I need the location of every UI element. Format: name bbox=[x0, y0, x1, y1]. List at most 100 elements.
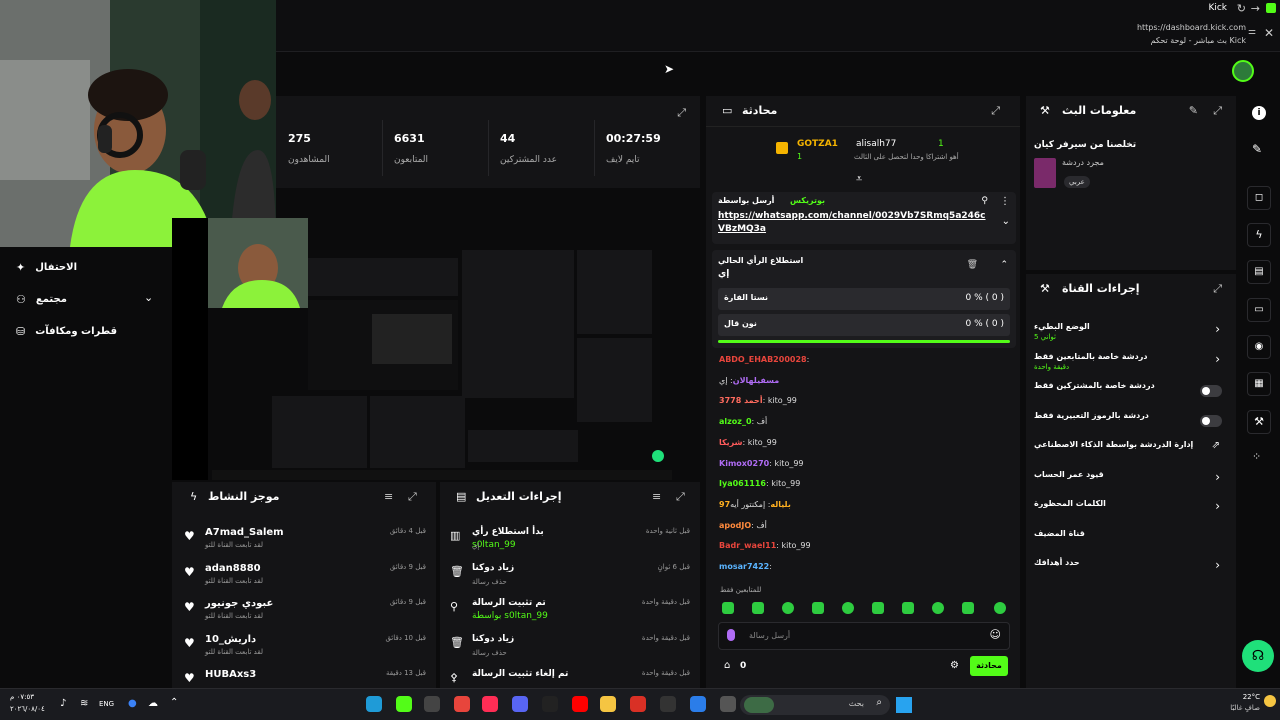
mic-icon[interactable] bbox=[727, 629, 735, 641]
channel-action-row[interactable]: الكلمات المحظورة › bbox=[1026, 495, 1236, 523]
chat-message[interactable]: مسفيلهالان: إي bbox=[719, 376, 1009, 392]
chat-message[interactable]: 97بلياله: إمكنتور أيه bbox=[719, 500, 1009, 516]
channel-action-row[interactable]: الوضع البطيء 5 ثواني › bbox=[1026, 318, 1236, 346]
chat-username[interactable]: مسفيلهالان bbox=[733, 376, 779, 385]
obs-icon[interactable] bbox=[424, 696, 440, 712]
broadcast-icon[interactable]: ◉ bbox=[1247, 335, 1271, 359]
filter-icon[interactable]: ≡ bbox=[384, 490, 393, 503]
windows-start-icon[interactable] bbox=[896, 697, 912, 713]
more-dots-icon[interactable]: ⁘ bbox=[1252, 450, 1261, 463]
wrench-icon[interactable]: ⚒ bbox=[1247, 410, 1271, 434]
chevron-down-icon[interactable]: ⌄ bbox=[1002, 216, 1010, 227]
chat-message[interactable]: Badr_wael11: kito_99 bbox=[719, 541, 1009, 557]
chat-message[interactable]: ABDO_EHAB200028: bbox=[719, 355, 1009, 371]
tiktok-icon[interactable] bbox=[482, 696, 498, 712]
language-indicator[interactable]: ENG bbox=[99, 700, 114, 708]
chrome-icon[interactable] bbox=[454, 696, 470, 712]
microphone-icon[interactable]: ● bbox=[128, 698, 137, 709]
chat-message[interactable]: شريكا: kito_99 bbox=[719, 438, 1009, 454]
pencil-icon[interactable]: ✎ bbox=[1252, 142, 1262, 156]
support-headset-icon[interactable]: ☊ bbox=[1242, 640, 1274, 672]
channel-action-row[interactable]: دردشة خاصة بالمتابعين فقط دقيقة واحدة › bbox=[1026, 348, 1236, 376]
info-icon[interactable]: i bbox=[1252, 106, 1266, 120]
chevron-right-icon[interactable]: › bbox=[1215, 470, 1220, 484]
chat-username[interactable]: Badr_wael11 bbox=[719, 541, 776, 550]
youtube-icon[interactable] bbox=[572, 696, 588, 712]
poll-option[interactable]: نستا الفارة 0 % ( 0 ) bbox=[718, 288, 1010, 310]
epic-games-icon[interactable] bbox=[660, 696, 676, 712]
refresh-icon[interactable]: ↻ bbox=[1237, 2, 1246, 15]
storage-icon[interactable]: ▦ bbox=[1247, 372, 1271, 396]
sidebar-item-celebrate[interactable]: ✦ الاحتفال bbox=[16, 261, 77, 274]
chat-username[interactable]: شريكا bbox=[719, 438, 743, 447]
collapse-icon[interactable]: ⩡ bbox=[856, 172, 862, 186]
terminal-icon[interactable] bbox=[720, 696, 736, 712]
sidebar-item-drops[interactable]: ⛁ قطرات ومكافآت bbox=[16, 325, 117, 338]
activity-row[interactable]: ♥ HUBAxs3 قبل 13 دقيقة bbox=[172, 666, 436, 700]
activity-row[interactable]: ♥ A7mad_Salem لقد تابعت القناة للتو قبل 4 د… bbox=[172, 524, 436, 558]
chat-message[interactable]: Kimox0270: kito_99 bbox=[719, 459, 1009, 475]
avatar[interactable] bbox=[1232, 60, 1254, 82]
channel-action-row[interactable]: حدد أهدافك › bbox=[1026, 554, 1236, 582]
pin-icon[interactable]: ⚲ bbox=[981, 196, 988, 206]
trash-icon[interactable]: 🗑 bbox=[967, 260, 978, 270]
expand-icon[interactable]: ⤢ bbox=[677, 106, 686, 120]
chevron-right-icon[interactable]: › bbox=[1215, 322, 1220, 336]
mod-action-row[interactable]: 🗑 زياد دوكنا حذف رسالة قبل 6 ثوانٍ bbox=[440, 560, 700, 594]
chevron-down-icon[interactable]: ⌄ bbox=[144, 291, 153, 304]
pinned-link[interactable]: https://whatsapp.com/channel/0029Vb7SRmq… bbox=[718, 210, 988, 236]
expand-icon[interactable]: ⤢ bbox=[676, 490, 685, 504]
chat-username[interactable]: alzoz_0 bbox=[719, 417, 752, 426]
chat-username[interactable]: apodJO bbox=[719, 521, 751, 530]
chat-username[interactable]: 3778 أحمد bbox=[719, 396, 763, 405]
chat-message[interactable]: 3778 أحمد: kito_99 bbox=[719, 396, 1009, 412]
activity-row[interactable]: ♥ عبودي جونيور لقد تابعت القناة للتو قبل 9 … bbox=[172, 595, 436, 629]
chat-username[interactable]: mosar7422 bbox=[719, 562, 769, 571]
chat-input[interactable]: أرسل رسالة ☺ bbox=[718, 622, 1010, 650]
cloud-icon[interactable]: ☁ bbox=[148, 698, 158, 709]
scan-icon[interactable]: ◻ bbox=[1247, 186, 1271, 210]
external-link-icon[interactable]: ⇗ bbox=[1212, 440, 1220, 451]
toggle-switch[interactable] bbox=[1200, 385, 1222, 397]
document-icon[interactable]: ▤ bbox=[1247, 260, 1271, 284]
chevron-up-icon[interactable]: ⌃ bbox=[1000, 260, 1008, 270]
settings-sliders-icon[interactable]: ⚌ bbox=[1248, 27, 1256, 37]
channel-action-row[interactable]: قناة المضيف bbox=[1026, 525, 1236, 553]
toggle-switch[interactable] bbox=[1200, 414, 1222, 427]
chat-message[interactable]: alzoz_0: أف bbox=[719, 417, 1009, 433]
filter-icon[interactable]: ≡ bbox=[652, 490, 661, 503]
chat-message[interactable]: apodJO: أف bbox=[719, 521, 1009, 537]
mod-action-row[interactable]: 🗑 زياد دوكنا حذف رسالة قبل دقيقة واحدة bbox=[440, 631, 700, 665]
capcut-icon[interactable] bbox=[542, 696, 558, 712]
mod-action-row[interactable]: ⚲ تم تثبيت الرسالة بواسطة s0ltan_99 قبل دقي… bbox=[440, 595, 700, 629]
gift-icon[interactable]: ⌂ bbox=[724, 660, 730, 671]
expand-icon[interactable]: ⤢ bbox=[991, 104, 1000, 118]
forward-icon[interactable]: → bbox=[1251, 2, 1260, 15]
chat-username[interactable]: Iya061116 bbox=[719, 479, 766, 488]
channel-action-row[interactable]: دردشة بالرموز التعبيرية فقط bbox=[1026, 407, 1236, 435]
acrobat-icon[interactable] bbox=[630, 696, 646, 712]
chat-username[interactable]: Kimox0270 bbox=[719, 459, 769, 468]
store-icon[interactable] bbox=[690, 696, 706, 712]
expand-icon[interactable]: ⤢ bbox=[1213, 104, 1222, 118]
volume-icon[interactable]: ♪ bbox=[60, 698, 66, 709]
wifi-icon[interactable]: ≋ bbox=[80, 698, 88, 709]
chevron-right-icon[interactable]: › bbox=[1215, 352, 1220, 366]
more-dots-icon[interactable]: ⋮ bbox=[1000, 196, 1010, 207]
chevron-right-icon[interactable]: › bbox=[1215, 499, 1220, 513]
taskbar-search[interactable]: بحث ⌕ bbox=[740, 695, 890, 715]
chat-icon[interactable]: ▭ bbox=[1247, 298, 1271, 322]
kick-app-icon[interactable] bbox=[396, 696, 412, 712]
channel-action-row[interactable]: دردشة خاصة بالمشتركين فقط bbox=[1026, 377, 1236, 405]
activity-row[interactable]: ♥ adan8880 لقد تابعت القناة للتو قبل 9 دقائ… bbox=[172, 560, 436, 594]
activity-row[interactable]: ♥ داريش_10 لقد تابعت القناة للتو قبل 10 دقا… bbox=[172, 631, 436, 665]
settings-gear-icon[interactable]: ⚙ bbox=[950, 660, 959, 671]
expand-icon[interactable]: ⤢ bbox=[1213, 282, 1222, 296]
chat-username[interactable]: ABDO_EHAB200028 bbox=[719, 355, 807, 364]
send-chat-button[interactable]: محادثة bbox=[970, 656, 1008, 676]
mod-action-row[interactable]: ⚴ تم إلغاء تثبيت الرسالة قبل دقيقة واحدة bbox=[440, 666, 700, 700]
bolt-icon[interactable]: ϟ bbox=[1247, 223, 1271, 247]
channel-action-row[interactable]: إدارة الدردشة بواسطة الذكاء الاصطناعي ⇗ bbox=[1026, 436, 1236, 464]
pencil-icon[interactable]: ✎ bbox=[1189, 104, 1198, 117]
poll-option[interactable]: نون قال 0 % ( 0 ) bbox=[718, 314, 1010, 336]
